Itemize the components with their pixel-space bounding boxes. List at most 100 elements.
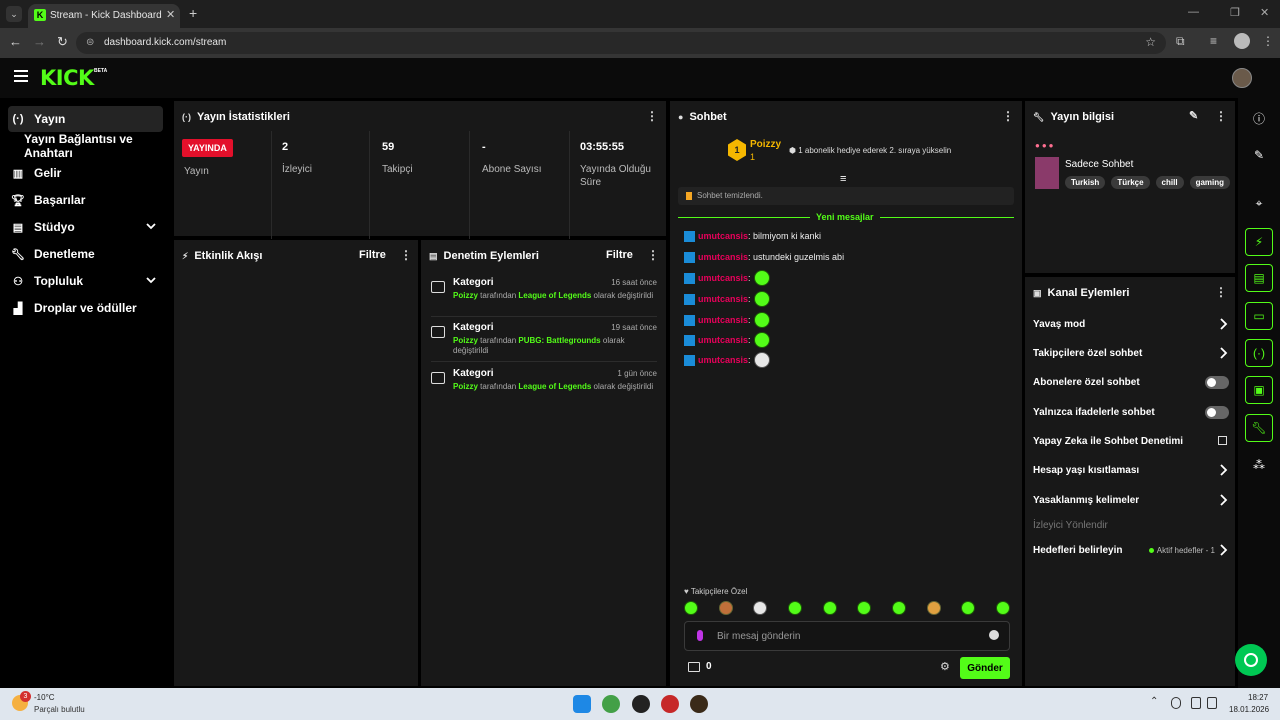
maximize-icon[interactable]: ❐ <box>1230 6 1240 19</box>
chat-username[interactable]: umutcansis <box>698 294 748 304</box>
tab-close-icon[interactable]: ✕ <box>166 8 175 21</box>
info-icon[interactable]: ⓘ <box>1245 104 1273 132</box>
slow-mode-row[interactable]: Yavaş mod <box>1033 315 1229 335</box>
chevron-down-icon[interactable] <box>145 274 157 286</box>
moderation-filter-button[interactable]: Filtre <box>606 249 633 261</box>
sidebar-item-basarilar[interactable]: 🏆︎ Başarılar <box>8 187 163 213</box>
emote-icon[interactable] <box>995 601 1010 615</box>
stream-info-menu-icon[interactable]: ⋮ <box>1215 109 1227 123</box>
set-goals-row[interactable]: Hedefleri belirleyin Aktif hedefler - 1 <box>1033 541 1229 561</box>
chat-bubble-icon[interactable]: ▭ <box>1245 302 1273 330</box>
emote-icon[interactable] <box>822 601 837 615</box>
chat-username[interactable]: umutcansis <box>698 252 748 262</box>
edit-pencil-icon[interactable]: ✎ <box>1189 109 1198 122</box>
emoji-picker-icon[interactable] <box>989 630 999 640</box>
browser-profile-avatar[interactable] <box>1234 33 1250 49</box>
browser-menu-icon[interactable]: ⋮ <box>1262 34 1274 48</box>
stat-subscribers: - Abone Sayısı <box>472 131 570 239</box>
chat-menu-icon[interactable]: ⋮ <box>1002 109 1014 123</box>
kick-logo[interactable]: KICK <box>40 66 94 90</box>
activity-menu-icon[interactable]: ⋮ <box>400 248 412 262</box>
gift-leaderboard[interactable]: 1 Poizzy 1 ⬢ 1 abonelik hediye ederek 2.… <box>728 139 988 165</box>
emote-icon[interactable] <box>891 601 906 615</box>
document-icon[interactable]: ▤ <box>1245 264 1273 292</box>
add-widget-icon[interactable]: ⁂ <box>1245 451 1273 479</box>
sidebar-item-stream-key[interactable]: Yayın Bağlantısı ve Anahtarı <box>24 132 174 160</box>
sidebar-item-droplar[interactable]: ▟ Droplar ve ödüller <box>8 295 163 321</box>
activity-filter-button[interactable]: Filtre <box>359 249 386 261</box>
chat-username[interactable]: umutcansis <box>698 335 748 345</box>
site-info-icon[interactable]: ⊜ <box>86 37 94 48</box>
network-icon[interactable] <box>1191 697 1201 709</box>
bookmark-star-icon[interactable]: ☆ <box>1145 35 1156 49</box>
volume-icon[interactable] <box>1207 697 1217 709</box>
browser-tab[interactable]: K Stream - Kick Dashboard ✕ <box>28 4 180 28</box>
forward-icon[interactable]: → <box>33 34 46 49</box>
send-button[interactable]: Gönder <box>960 657 1010 679</box>
banned-words-row[interactable]: Yasaklanmış kelimeler <box>1033 491 1229 511</box>
chevron-down-icon[interactable] <box>145 220 157 232</box>
sidebar-item-studyo[interactable]: ▤ Stüdyo <box>8 214 163 240</box>
new-tab-button[interactable]: + <box>189 5 197 21</box>
wrench-icon: 🔧︎ <box>11 248 25 261</box>
channel-actions-menu-icon[interactable]: ⋮ <box>1215 285 1227 299</box>
extensions-icon[interactable]: ⧉ <box>1176 34 1185 49</box>
sidebar-item-topluluk[interactable]: ⚇ Topluluk <box>8 268 163 294</box>
followers-only-chat-row[interactable]: Takipçilere özel sohbet <box>1033 344 1229 364</box>
address-bar[interactable]: ⊜ dashboard.kick.com/stream ☆ <box>76 32 1166 54</box>
app-icon[interactable] <box>661 695 679 713</box>
moderation-menu-icon[interactable]: ⋮ <box>647 248 659 262</box>
lightning-icon[interactable]: ⚡︎ <box>1245 228 1273 256</box>
back-icon[interactable]: ← <box>9 34 22 49</box>
emote-icon[interactable] <box>926 601 941 615</box>
hamburger-menu-icon[interactable] <box>14 70 28 82</box>
chat-username[interactable]: umutcansis <box>698 315 748 325</box>
window-close-icon[interactable]: ✕ <box>1260 6 1269 19</box>
tray-overflow-icon[interactable]: ⌃ <box>1150 696 1158 707</box>
ai-moderation-row[interactable]: Yapay Zeka ile Sohbet Denetimi <box>1033 432 1229 452</box>
sidebar-item-denetleme[interactable]: 🔧︎ Denetleme <box>8 241 163 267</box>
sidebar-item-gelir[interactable]: ▥ Gelir <box>8 160 163 186</box>
edit-pencil-icon[interactable]: ✎ <box>1245 141 1273 169</box>
emote-icon[interactable] <box>718 601 733 615</box>
chat-message-input[interactable] <box>717 628 977 644</box>
emote-icon[interactable] <box>961 601 976 615</box>
user-avatar[interactable] <box>1232 68 1252 88</box>
weather-description: Parçalı bulutlu <box>34 705 85 714</box>
emote-icon[interactable] <box>684 601 698 615</box>
stats-menu-icon[interactable]: ⋮ <box>646 109 658 123</box>
sidebar-item-yayin[interactable]: (·) Yayın <box>8 106 163 132</box>
broadcast-icon[interactable]: (·) <box>1245 339 1273 367</box>
chat-username[interactable]: umutcansis <box>698 231 748 241</box>
channel-actions-icon[interactable]: ▣ <box>1245 376 1273 404</box>
chat-message: umutcansis : <box>684 331 770 349</box>
subscribers-only-toggle[interactable] <box>1205 376 1229 389</box>
emote-icon[interactable] <box>857 601 872 615</box>
obs-icon[interactable] <box>632 695 650 713</box>
reading-list-icon[interactable]: ≡ <box>1210 34 1217 48</box>
sidebar-item-label: Droplar ve ödüller <box>34 301 137 315</box>
reload-icon[interactable]: ↻ <box>57 34 68 50</box>
chat-username[interactable]: umutcansis <box>698 273 748 283</box>
chat-panel: ● Sohbet ⋮ 1 Poizzy 1 ⬢ 1 abonelik hediy… <box>670 101 1022 686</box>
support-headset-button[interactable] <box>1235 644 1267 676</box>
emote-icon[interactable] <box>753 601 768 615</box>
clock-date[interactable]: 18.01.2026 <box>1229 705 1269 714</box>
chat-settings-gear-icon[interactable]: ⚙ <box>940 660 950 673</box>
chat-username[interactable]: umutcansis <box>698 355 748 365</box>
emote-only-toggle[interactable] <box>1205 406 1229 419</box>
collapse-pinned-icon[interactable]: ≡ <box>840 173 846 185</box>
tab-search-button[interactable]: ⌄ <box>6 6 22 22</box>
focus-icon[interactable]: ⌖ <box>1245 189 1273 217</box>
account-age-row[interactable]: Hesap yaşı kısıtlaması <box>1033 461 1229 481</box>
emote-icon[interactable] <box>787 601 802 615</box>
clock-time[interactable]: 18:27 <box>1248 693 1268 702</box>
microphone-icon[interactable] <box>697 630 703 641</box>
windows-start-icon[interactable] <box>573 695 591 713</box>
store-icon[interactable] <box>688 662 700 672</box>
chrome-icon[interactable] <box>602 695 620 713</box>
wrench-icon[interactable]: 🔧︎ <box>1245 414 1273 442</box>
league-of-legends-icon[interactable] <box>690 695 708 713</box>
microphone-icon[interactable] <box>1171 697 1181 709</box>
minimize-icon[interactable]: — <box>1188 6 1199 18</box>
